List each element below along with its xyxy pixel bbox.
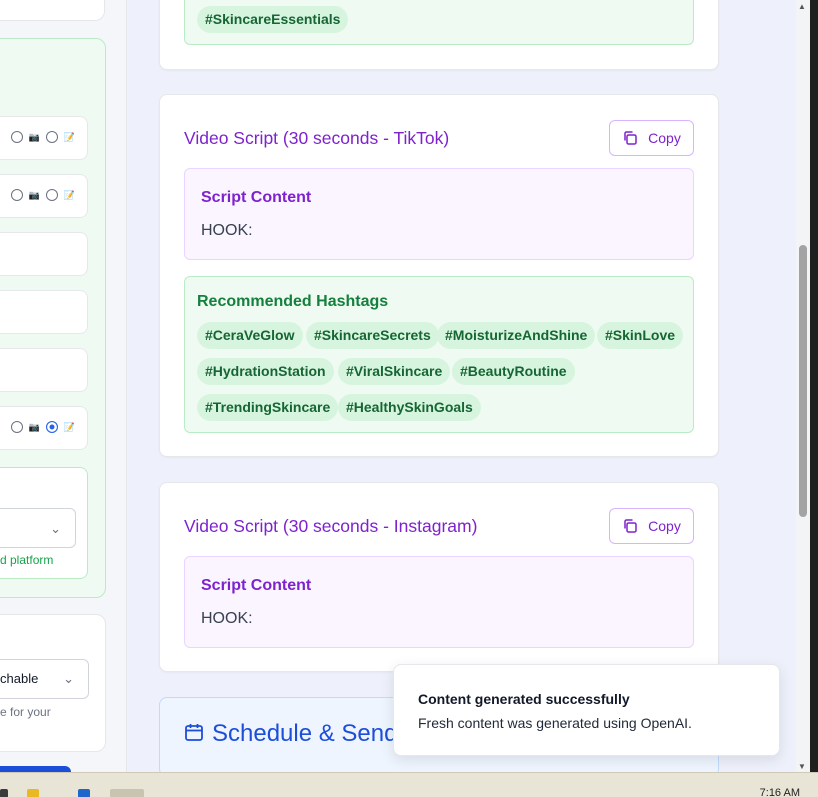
hashtag-chip: #CeraVeGlow (197, 322, 303, 349)
tiktok-script-card: Video Script (30 seconds - TikTok) Copy … (159, 94, 719, 457)
toast-message: Fresh content was generated using OpenAI… (418, 715, 692, 731)
camera-icon: 📷 (28, 132, 40, 142)
hashtags-label: Recommended Hashtags (197, 293, 389, 310)
platform-row-6: 📷 📝 (0, 406, 88, 450)
taskbar-clock: 7:16 AM (759, 787, 800, 797)
radio-option-video[interactable] (10, 421, 23, 433)
script-content-box: Script Content HOOK: (184, 168, 694, 260)
chevron-down-icon: ⌄ (63, 671, 74, 686)
copy-icon (624, 519, 637, 533)
toast-title: Content generated successfully (418, 691, 630, 707)
schedule-title: Schedule & Send (212, 720, 398, 747)
page-scrollbar[interactable]: ▲ ▼ (796, 0, 810, 772)
window-edge (810, 0, 818, 772)
platform-row-3[interactable] (0, 232, 88, 276)
script-text: HOOK: (201, 610, 253, 627)
settings-card-top (0, 0, 105, 21)
store-icon[interactable] (78, 789, 90, 797)
settings-panel: 📷 📝 📷 📝 📷 📝 ⌄ d platform ⌄ chable e for … (0, 0, 127, 772)
recommended-hashtags-box: Recommended Hashtags #CeraVeGlow #Skinca… (184, 276, 694, 433)
script-label: Script Content (201, 189, 312, 206)
taskbar-app-icon[interactable] (0, 789, 8, 797)
platform-row-1: 📷 📝 (0, 116, 88, 160)
script-label: Script Content (201, 577, 312, 594)
scroll-down-arrow-icon[interactable]: ▼ (798, 762, 806, 771)
tone-select-hint: e for your (0, 705, 51, 719)
camera-icon: 📷 (28, 190, 40, 200)
scrollbar-thumb[interactable] (799, 245, 807, 517)
instagram-script-card: Video Script (30 seconds - Instagram) Co… (159, 482, 719, 672)
tone-select-value: chable (0, 671, 39, 686)
radio-option-post-selected[interactable] (45, 421, 58, 433)
platform-select[interactable]: ⌄ (0, 508, 76, 548)
copy-button[interactable]: Copy (609, 120, 694, 156)
hashtag-chip: #MoisturizeAndShine (437, 322, 596, 349)
copy-label: Copy (648, 518, 681, 534)
os-taskbar: 7:16 AM (0, 772, 818, 797)
platform-hint: d platform (0, 553, 54, 567)
chevron-down-icon: ⌄ (50, 521, 61, 536)
browser-icon[interactable] (110, 789, 144, 797)
radio-option-post[interactable] (45, 131, 58, 143)
copy-button[interactable]: Copy (609, 508, 694, 544)
success-toast[interactable]: Content generated successfully Fresh con… (393, 664, 780, 756)
previous-content-card: #SkincareEssentials (159, 0, 719, 70)
document-icon: 📝 (63, 190, 75, 200)
radio-option-video[interactable] (10, 131, 23, 143)
copy-icon (624, 131, 637, 145)
document-icon: 📝 (63, 422, 75, 432)
calendar-icon (185, 724, 203, 741)
platform-row-2: 📷 📝 (0, 174, 88, 218)
scroll-up-arrow-icon[interactable]: ▲ (798, 2, 806, 11)
script-content-box: Script Content HOOK: (184, 556, 694, 648)
hashtag-chip: #HealthySkinGoals (338, 394, 481, 421)
camera-icon: 📷 (28, 422, 40, 432)
radio-option-video[interactable] (10, 189, 23, 201)
card-title: Video Script (30 seconds - TikTok) (184, 128, 450, 148)
hashtag-chip: #BeautyRoutine (452, 358, 575, 385)
hashtag-chip: #ViralSkincare (338, 358, 451, 385)
hashtag-chip: #TrendingSkincare (197, 394, 339, 421)
script-text: HOOK: (201, 222, 253, 239)
document-icon: 📝 (63, 132, 75, 142)
platform-row-5[interactable] (0, 348, 88, 392)
hashtag-chip: #HydrationStation (197, 358, 334, 385)
hashtag-chip: #SkincareEssentials (197, 6, 349, 33)
platform-row-4[interactable] (0, 290, 88, 334)
hashtag-chip: #SkinLove (597, 322, 684, 349)
hashtag-chip: #SkincareSecrets (306, 322, 439, 349)
card-title: Video Script (30 seconds - Instagram) (184, 516, 478, 536)
folder-icon[interactable] (27, 789, 39, 797)
copy-label: Copy (648, 130, 681, 146)
radio-option-post[interactable] (45, 189, 58, 201)
hashtags-box: #SkincareEssentials (184, 0, 694, 45)
